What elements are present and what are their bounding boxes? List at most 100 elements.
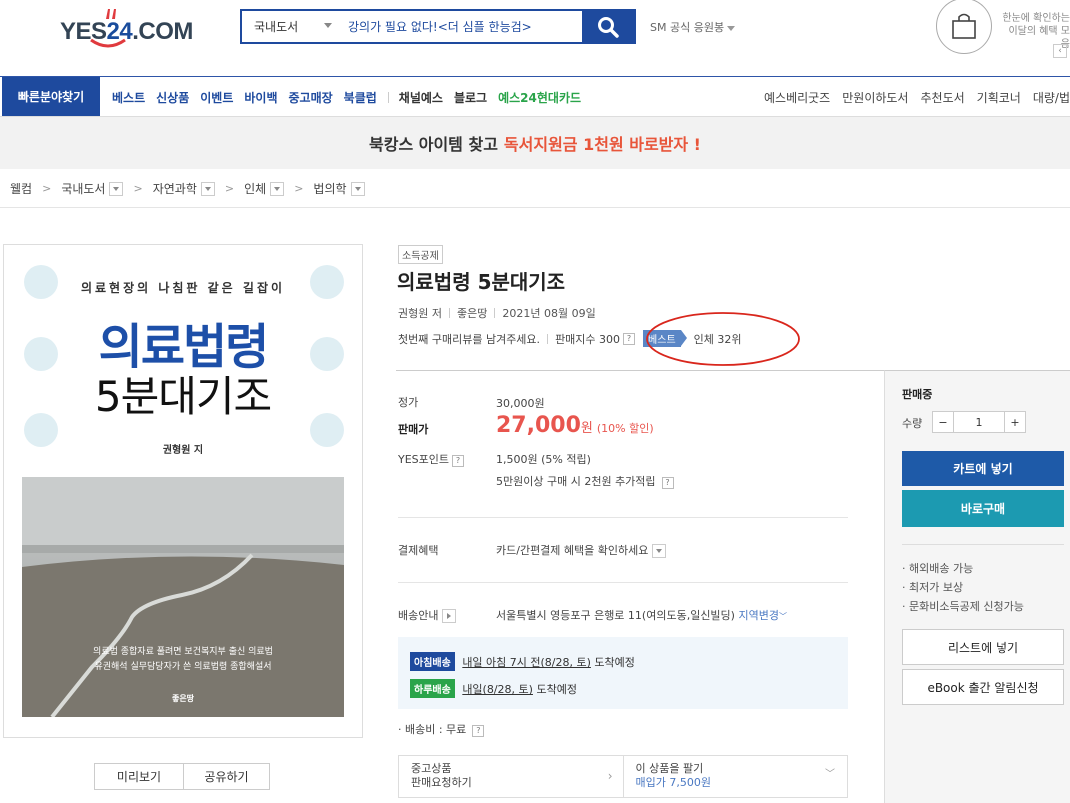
- quick-category-button[interactable]: 빠른분야찾기: [2, 77, 100, 116]
- payment-benefit-label: 결제혜택: [398, 544, 439, 557]
- chevron-down-icon: ﹀: [778, 612, 787, 621]
- search-icon: [598, 16, 619, 38]
- list-price-label: 정가: [398, 396, 419, 409]
- ebook-alert-button[interactable]: eBook 출간 알림신청: [902, 669, 1064, 705]
- breadcrumb: 웰컴 > 국내도서 > 자연과학 > 인체 > 법의학: [10, 180, 365, 197]
- list-item: · 해외배송 가능: [902, 562, 974, 575]
- promo-prev-arrow[interactable]: ‹: [1053, 44, 1067, 58]
- cover-subtitle: 의료현장의 나침판 같은 길잡이: [80, 281, 286, 295]
- promo-banner[interactable]: 북캉스 아이템 찾고 독서지원금 1천원 바로받자 !: [0, 117, 1070, 169]
- cover-photo: 의료법 종합자료 풀려면 보건복지부 출신 의료법 유권해석 실무담당자가 쓴 …: [22, 477, 344, 717]
- chevron-right-icon: >: [133, 182, 143, 195]
- chevron-down-icon: [324, 23, 332, 28]
- breadcrumb-item[interactable]: 인체: [244, 180, 266, 197]
- change-region-link[interactable]: 지역변경: [738, 609, 778, 622]
- help-icon[interactable]: ?: [661, 476, 674, 489]
- nav-event[interactable]: 이벤트: [200, 89, 233, 106]
- nav-channel-yes[interactable]: 채널예스: [399, 89, 443, 106]
- payment-benefit-value[interactable]: 카드/간편결제 혜택을 확인하세요: [496, 542, 667, 558]
- chevron-down-icon: [274, 186, 281, 191]
- chevron-down-icon: [204, 186, 211, 191]
- nav-hyundai-card[interactable]: 예스24현대카드: [498, 89, 581, 106]
- cover-publisher: 좋은땅: [171, 694, 195, 703]
- dropdown-toggle[interactable]: [109, 181, 124, 196]
- dropdown-toggle[interactable]: [350, 181, 365, 196]
- dropdown-toggle[interactable]: [200, 181, 215, 196]
- publish-date: 2021년 08월 09일: [502, 307, 596, 320]
- nav-new[interactable]: 신상품: [156, 89, 189, 106]
- cover-title-sub: 5분대기조: [94, 372, 272, 421]
- author-link[interactable]: 권형원 저: [398, 305, 442, 321]
- panel-divider: [902, 544, 1064, 545]
- breadcrumb-home[interactable]: 웰컴: [10, 180, 32, 197]
- search-input[interactable]: [340, 11, 582, 42]
- list-item: · 문화비소득공제 신청가능: [902, 600, 1024, 613]
- nav-under-10000[interactable]: 만원이하도서: [842, 89, 908, 106]
- section-divider: [398, 582, 848, 583]
- search-category-select[interactable]: 국내도서: [242, 11, 340, 42]
- nav-bulk[interactable]: 대량/법: [1033, 89, 1070, 106]
- yes-point-label: YES포인트?: [398, 451, 465, 467]
- breadcrumb-item[interactable]: 자연과학: [153, 180, 197, 197]
- info-top-border: [396, 370, 884, 371]
- breadcrumb-divider: [0, 207, 1070, 208]
- search-button[interactable]: [582, 11, 634, 42]
- used-goods-box: 중고상품 판매요청하기 › 이 상품을 팔기 매입가 7,500원 ﹀: [398, 755, 848, 798]
- tidal-flat-illustration: [22, 477, 344, 717]
- review-prompt-link[interactable]: 첫번째 구매리뷰를 남겨주세요.: [398, 331, 540, 347]
- add-to-cart-button[interactable]: 카트에 넣기: [902, 451, 1064, 486]
- publisher-link[interactable]: 좋은땅: [457, 305, 487, 321]
- add-to-list-button[interactable]: 리스트에 넣기: [902, 629, 1064, 665]
- nav-buyback[interactable]: 바이백: [244, 89, 277, 106]
- chevron-down-icon: ﹀: [825, 769, 835, 780]
- chevron-down-icon[interactable]: [652, 544, 667, 558]
- quantity-decrease-button[interactable]: −: [932, 411, 954, 433]
- sales-index: 판매지수 300: [555, 332, 621, 346]
- list-item: · 최저가 보상: [902, 581, 964, 594]
- section-divider: [398, 517, 848, 518]
- search-bar: 국내도서: [240, 9, 636, 44]
- chevron-down-icon: [354, 186, 361, 191]
- preview-button[interactable]: 미리보기: [94, 763, 184, 790]
- sm-lightstick-link[interactable]: SM 공식 응원봉: [650, 19, 736, 35]
- chevron-right-icon[interactable]: [442, 609, 457, 623]
- product-title: 의료법령 5분대기조: [397, 270, 566, 294]
- nav-right-links: 예스베리굿즈 만원이하도서 추천도서 기획코너 대량/법: [752, 89, 1070, 106]
- help-icon[interactable]: ?: [472, 724, 485, 737]
- quantity-input[interactable]: 1: [954, 411, 1004, 433]
- meta-divider: [494, 308, 496, 318]
- yes24-logo[interactable]: YES24.COM: [58, 8, 193, 52]
- nav-recommended[interactable]: 추천도서: [920, 89, 964, 106]
- share-button[interactable]: 공유하기: [184, 763, 270, 790]
- nav-best[interactable]: 베스트: [112, 89, 145, 106]
- chevron-right-icon: ›: [607, 769, 613, 783]
- buy-now-button[interactable]: 바로구매: [902, 490, 1064, 527]
- tax-deduction-badge: 소득공제: [398, 245, 443, 264]
- quantity-stepper: − 1 +: [932, 411, 1026, 433]
- chevron-right-icon: >: [294, 182, 304, 195]
- dropdown-toggle[interactable]: [270, 181, 285, 196]
- nav-bookclub[interactable]: 북클럽: [344, 89, 377, 106]
- quantity-increase-button[interactable]: +: [1004, 411, 1026, 433]
- shipping-fee: · 배송비 : 무료?: [398, 721, 485, 737]
- help-icon[interactable]: ?: [623, 332, 636, 345]
- morning-delivery-time[interactable]: 내일 아침 7시 전(8/28, 토): [462, 656, 591, 669]
- sell-this-item[interactable]: 이 상품을 팔기 매입가 7,500원 ﹀: [622, 756, 848, 797]
- shipping-label: 배송안내: [398, 607, 457, 623]
- sale-price-label: 판매가: [398, 423, 429, 436]
- help-icon[interactable]: ?: [452, 454, 465, 467]
- benefit-list: · 해외배송 가능 · 최저가 보상 · 문화비소득공제 신청가능: [902, 559, 1024, 616]
- product-meta: 권형원 저 좋은땅 2021년 08월 09일: [398, 305, 596, 321]
- nav-blog[interactable]: 블로그: [454, 89, 487, 106]
- nav-goods[interactable]: 예스베리굿즈: [764, 89, 830, 106]
- benefits-bag-button[interactable]: [936, 0, 992, 54]
- used-sell-request[interactable]: 중고상품 판매요청하기 ›: [399, 756, 623, 797]
- breadcrumb-item[interactable]: 법의학: [313, 180, 346, 197]
- next-day-delivery-time[interactable]: 내일(8/28, 토): [462, 683, 533, 696]
- nav-used-store[interactable]: 중고매장: [289, 89, 333, 106]
- next-day-delivery: 하루배송 내일(8/28, 토) 도착예정: [410, 679, 577, 698]
- book-cover[interactable]: 의료현장의 나침판 같은 길잡이 의료법령 5분대기조 권형원 지 의료법 종합…: [3, 244, 363, 738]
- nav-special-corner[interactable]: 기획코너: [977, 89, 1021, 106]
- breadcrumb-item[interactable]: 국내도서: [61, 180, 105, 197]
- sale-status: 판매중: [902, 388, 933, 401]
